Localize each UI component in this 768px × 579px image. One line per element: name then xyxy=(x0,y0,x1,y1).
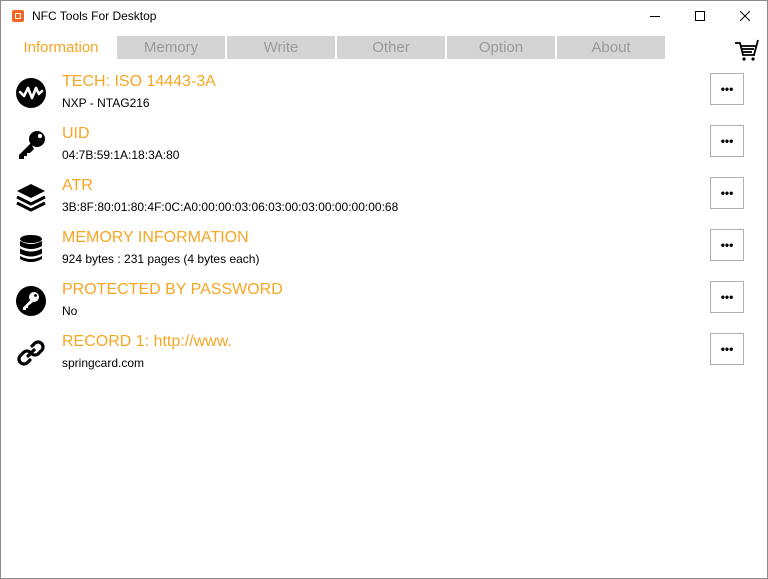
tab-bar: Information Memory Write Other Option Ab… xyxy=(7,36,667,59)
row-value: 3B:8F:80:01:80:4F:0C:A0:00:00:03:06:03:0… xyxy=(62,200,399,214)
title-bar[interactable]: NFC Tools For Desktop xyxy=(1,1,767,31)
more-button[interactable]: ••• xyxy=(710,73,744,105)
tab-information[interactable]: Information xyxy=(7,36,115,59)
layers-icon xyxy=(15,181,47,213)
app-window: NFC Tools For Desktop Information Memory… xyxy=(0,0,768,579)
row-title: ATR xyxy=(62,177,93,194)
minimize-icon xyxy=(649,16,660,17)
minimize-button[interactable] xyxy=(632,1,677,31)
wave-icon xyxy=(15,77,47,109)
maximize-icon xyxy=(694,11,705,21)
tab-memory[interactable]: Memory xyxy=(117,36,225,59)
row-title: MEMORY INFORMATION xyxy=(62,229,249,246)
tab-other[interactable]: Other xyxy=(337,36,445,59)
row-value: No xyxy=(62,304,78,318)
app-logo-icon xyxy=(12,10,24,22)
row-value: springcard.com xyxy=(62,356,145,370)
database-icon xyxy=(15,233,47,265)
list-item: RECORD 1: http://www. springcard.com ••• xyxy=(1,325,767,377)
list-item: UID 04:7B:59:1A:18:3A:80 ••• xyxy=(1,117,767,169)
row-title: RECORD 1: http://www. xyxy=(62,333,232,350)
row-title: TECH: ISO 14443-3A xyxy=(62,73,216,90)
list-item: MEMORY INFORMATION 924 bytes : 231 pages… xyxy=(1,221,767,273)
more-button[interactable]: ••• xyxy=(710,125,744,157)
row-value: NXP - NTAG216 xyxy=(62,96,150,110)
more-button[interactable]: ••• xyxy=(710,229,744,261)
more-button[interactable]: ••• xyxy=(710,177,744,209)
password-key-icon xyxy=(15,285,47,317)
tab-about[interactable]: About xyxy=(557,36,665,59)
link-icon xyxy=(15,337,47,369)
row-title: PROTECTED BY PASSWORD xyxy=(62,281,283,298)
window-controls xyxy=(632,1,767,31)
window-title: NFC Tools For Desktop xyxy=(32,9,157,23)
maximize-button[interactable] xyxy=(677,1,722,31)
tab-write[interactable]: Write xyxy=(227,36,335,59)
row-value: 924 bytes : 231 pages (4 bytes each) xyxy=(62,252,260,266)
info-list: TECH: ISO 14443-3A NXP - NTAG216 ••• UID… xyxy=(1,65,767,377)
list-item: ATR 3B:8F:80:01:80:4F:0C:A0:00:00:03:06:… xyxy=(1,169,767,221)
cart-icon[interactable] xyxy=(734,39,760,63)
tab-option[interactable]: Option xyxy=(447,36,555,59)
more-button[interactable]: ••• xyxy=(710,333,744,365)
more-button[interactable]: ••• xyxy=(710,281,744,313)
row-title: UID xyxy=(62,125,90,142)
list-item: TECH: ISO 14443-3A NXP - NTAG216 ••• xyxy=(1,65,767,117)
close-icon xyxy=(739,11,750,21)
key-icon xyxy=(15,129,47,161)
list-item: PROTECTED BY PASSWORD No ••• xyxy=(1,273,767,325)
row-value: 04:7B:59:1A:18:3A:80 xyxy=(62,148,180,162)
close-button[interactable] xyxy=(722,1,767,31)
